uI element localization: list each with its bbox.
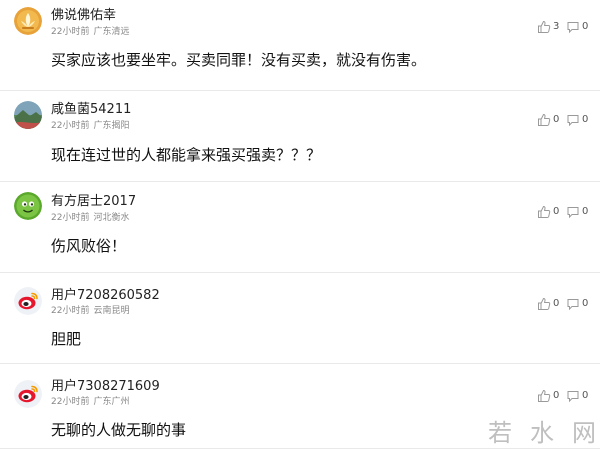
like-count: 0 (553, 206, 560, 217)
reply-count: 0 (582, 114, 589, 125)
reply-count: 0 (582, 21, 589, 32)
comment-item: 咸鱼菌54211 22小时前 广东揭阳 现在连过世的人都能拿来强买强卖？？？ 0 … (0, 91, 600, 182)
like-button[interactable]: 0 (537, 112, 559, 128)
green-character-avatar-icon (14, 192, 42, 220)
comment-bubble-icon (567, 299, 579, 311)
weibo-default-avatar-icon (14, 287, 42, 315)
comment-location: 广东广州 (93, 397, 130, 407)
reply-count: 0 (582, 298, 589, 309)
comment-text: 买家应该也要坐牢。买卖同罪！没有买卖，就没有伤害。 (51, 51, 427, 69)
reply-button[interactable]: 0 (566, 19, 588, 35)
site-watermark: 若 水 网 (488, 414, 596, 447)
comment-item: 佛说佛佑幸 22小时前 广东清远 买家应该也要坐牢。买卖同罪！没有买卖，就没有伤害… (0, 0, 600, 91)
like-count: 3 (553, 21, 560, 32)
comment-location: 广东清远 (93, 27, 130, 37)
comment-location: 河北衡水 (93, 213, 130, 223)
like-button[interactable]: 0 (537, 296, 559, 312)
watermark-char: 网 (572, 418, 596, 447)
comment-bubble-icon (567, 207, 579, 219)
like-button[interactable]: 0 (537, 204, 559, 220)
reply-button[interactable]: 0 (566, 388, 588, 404)
comment-text: 无聊的人做无聊的事 (51, 421, 187, 439)
thumbs-up-icon (538, 297, 551, 310)
comment-text: 伤风败俗！ (51, 237, 127, 255)
username[interactable]: 有方居士2017 (51, 194, 136, 210)
comment-time: 22小时前 (51, 306, 90, 316)
weibo-default-avatar-icon (14, 380, 42, 408)
watermark-char: 若 (488, 418, 512, 447)
comment-location: 广东揭阳 (93, 121, 130, 131)
comment-item: 有方居士2017 22小时前 河北衡水 伤风败俗！ 0 0 (0, 182, 600, 273)
comment-location: 云南昆明 (93, 306, 130, 316)
comment-time: 22小时前 (51, 121, 90, 131)
username[interactable]: 咸鱼菌54211 (51, 102, 131, 118)
comment-meta: 22小时前 广东揭阳 (51, 121, 129, 132)
thumbs-up-icon (538, 389, 551, 402)
like-button[interactable]: 3 (537, 19, 559, 35)
reply-count: 0 (582, 390, 589, 401)
reply-button[interactable]: 0 (566, 112, 588, 128)
like-count: 0 (553, 114, 560, 125)
username[interactable]: 用户7208260582 (51, 288, 160, 304)
reply-button[interactable]: 0 (566, 296, 588, 312)
comment-time: 22小时前 (51, 213, 90, 223)
avatar[interactable] (14, 7, 42, 35)
avatar[interactable] (14, 287, 42, 315)
comment-meta: 22小时前 河北衡水 (51, 213, 129, 224)
reply-button[interactable]: 0 (566, 204, 588, 220)
thumbs-up-icon (538, 205, 551, 218)
avatar[interactable] (14, 101, 42, 129)
orange-lotus-avatar-icon (14, 7, 42, 35)
comment-time: 22小时前 (51, 397, 90, 407)
avatar[interactable] (14, 192, 42, 220)
comment-bubble-icon (567, 391, 579, 403)
thumbs-up-icon (538, 20, 551, 33)
like-count: 0 (553, 298, 560, 309)
comment-bubble-icon (567, 115, 579, 127)
comment-text: 现在连过世的人都能拿来强买强卖？？？ (51, 146, 322, 164)
comment-time: 22小时前 (51, 27, 90, 37)
comment-meta: 22小时前 广东清远 (51, 27, 129, 38)
comment-meta: 22小时前 云南昆明 (51, 306, 129, 317)
watermark-char: 水 (530, 418, 554, 447)
comment-meta: 22小时前 广东广州 (51, 397, 129, 408)
username[interactable]: 用户7308271609 (51, 379, 160, 395)
comment-bubble-icon (567, 22, 579, 34)
like-count: 0 (553, 390, 560, 401)
avatar[interactable] (14, 380, 42, 408)
landscape-avatar-icon (14, 101, 42, 129)
comment-item: 用户7208260582 22小时前 云南昆明 胆肥 0 0 (0, 273, 600, 364)
reply-count: 0 (582, 206, 589, 217)
like-button[interactable]: 0 (537, 388, 559, 404)
username[interactable]: 佛说佛佑幸 (51, 8, 116, 24)
thumbs-up-icon (538, 113, 551, 126)
comment-text: 胆肥 (51, 330, 82, 348)
